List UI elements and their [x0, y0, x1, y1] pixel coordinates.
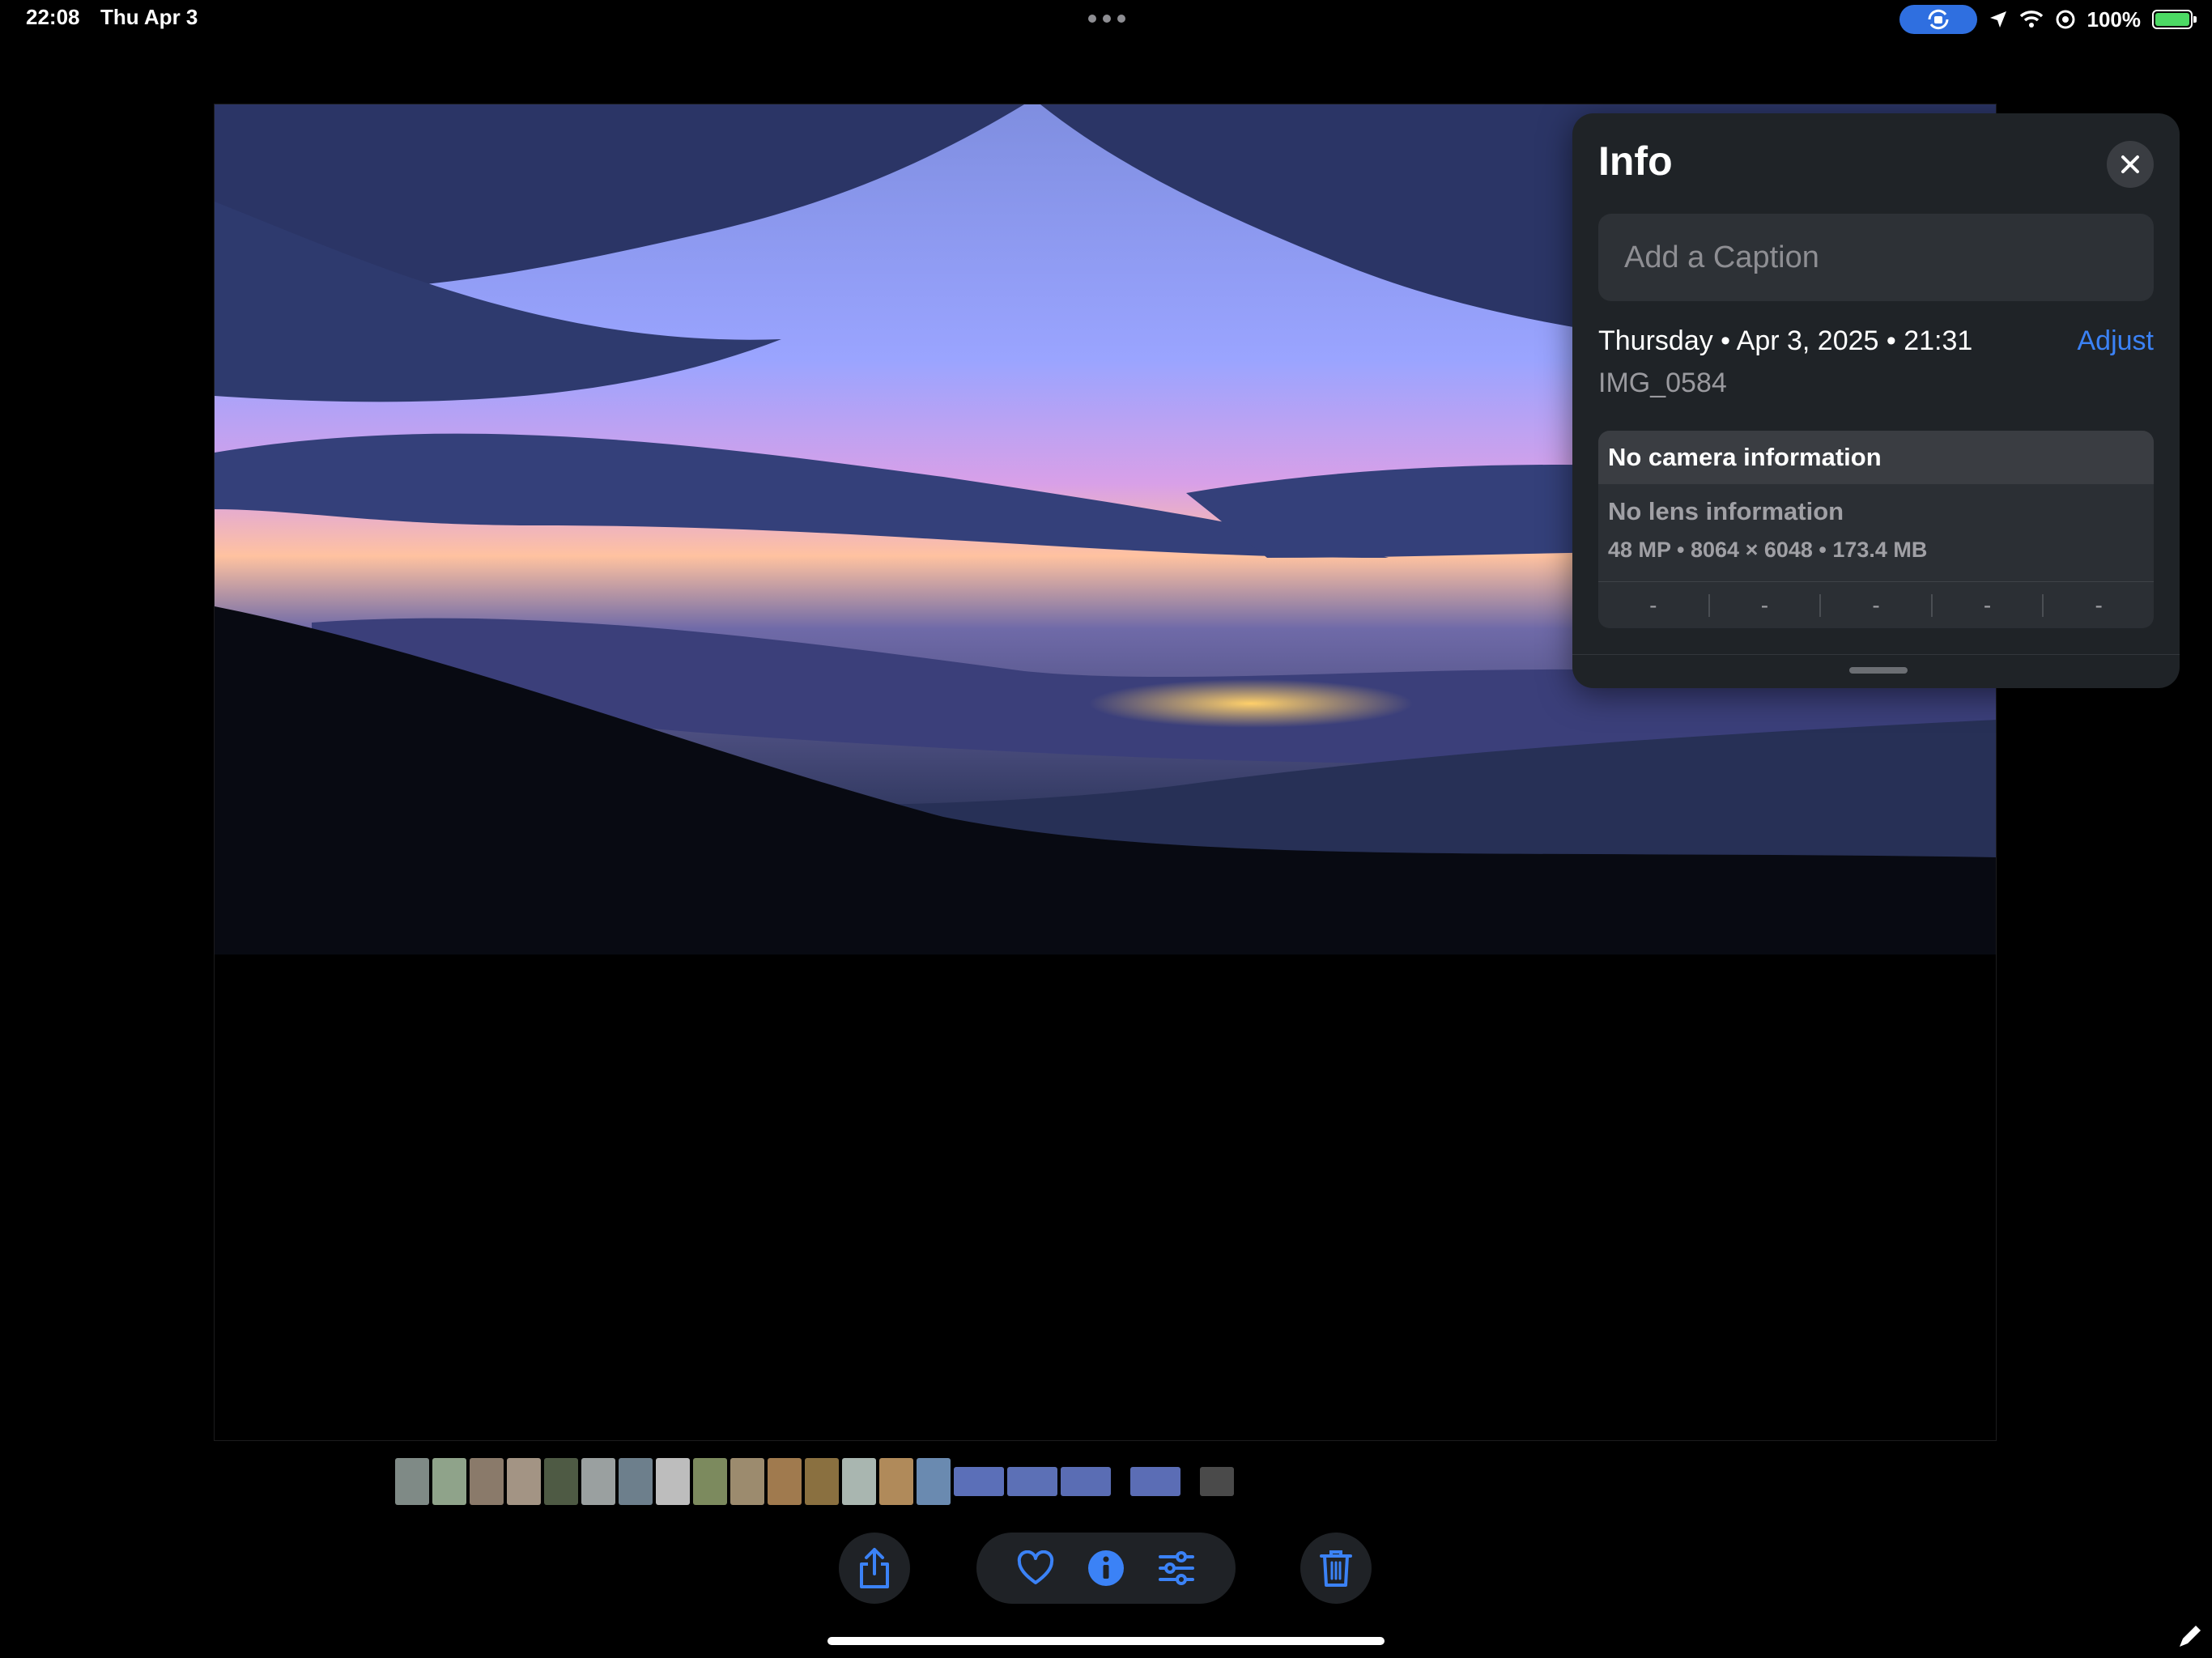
share-icon — [860, 1548, 889, 1588]
status-time: 22:08 — [26, 5, 80, 29]
photo-specs: 48 MP • 8064 × 6048 • 173.4 MB — [1608, 538, 1928, 562]
thumbnail[interactable] — [619, 1458, 653, 1505]
camera-info: No camera information — [1598, 431, 2154, 484]
thumbnail[interactable] — [470, 1458, 504, 1505]
screen-rotation-lock-icon — [1899, 5, 1977, 34]
thumbnail-strip[interactable] — [395, 1457, 1234, 1506]
pencil-icon[interactable] — [2176, 1622, 2204, 1650]
status-bar: 22:08 Thu Apr 3 100% — [0, 0, 2212, 40]
exif-aperture: - — [1930, 593, 2043, 617]
thumbnail[interactable] — [805, 1458, 839, 1505]
wifi-icon — [2019, 11, 2043, 28]
close-icon — [2121, 155, 2139, 173]
thumbnail[interactable] — [581, 1458, 615, 1505]
info-icon — [1087, 1550, 1124, 1586]
close-button[interactable] — [2107, 141, 2154, 188]
caption-input[interactable] — [1598, 214, 2154, 301]
edit-button[interactable] — [1151, 1542, 1202, 1594]
thumbnail[interactable] — [917, 1458, 951, 1505]
heart-icon — [1018, 1550, 1054, 1584]
thumbnail[interactable] — [730, 1458, 764, 1505]
thumbnail[interactable] — [544, 1458, 578, 1505]
thumbnail[interactable] — [1007, 1467, 1057, 1496]
location-arrow-icon — [1989, 11, 2006, 28]
trash-icon — [1320, 1550, 1352, 1587]
status-date: Thu Apr 3 — [100, 5, 198, 29]
adjust-date-button[interactable]: Adjust — [2078, 325, 2155, 357]
favorite-button[interactable] — [1010, 1542, 1061, 1594]
thumbnail[interactable] — [842, 1458, 876, 1505]
thumbnail[interactable] — [507, 1458, 541, 1505]
thumbnail[interactable] — [768, 1458, 802, 1505]
thumbnail[interactable] — [1061, 1467, 1111, 1496]
camera-info-card: No camera information No lens informatio… — [1598, 431, 2154, 628]
battery-percent: 100% — [2087, 6, 2142, 32]
panel-grabber[interactable] — [1849, 667, 1908, 674]
thumbnail[interactable] — [954, 1467, 1004, 1496]
sliders-icon — [1158, 1551, 1194, 1585]
delete-button[interactable] — [1300, 1533, 1372, 1604]
info-button[interactable] — [1080, 1542, 1132, 1594]
panel-divider — [1572, 654, 2180, 655]
thumbnail[interactable] — [1130, 1467, 1180, 1496]
share-button[interactable] — [839, 1533, 910, 1604]
info-title: Info — [1598, 138, 1673, 184]
photo-actions-group — [976, 1533, 1236, 1604]
exif-focal-length: - — [1708, 593, 1820, 617]
thumbnail[interactable] — [432, 1458, 466, 1505]
exif-row: - - - - - — [1598, 581, 2154, 628]
exif-iso: - — [1649, 592, 1657, 618]
status-indicators: 100% — [1899, 5, 2197, 34]
do-not-disturb-icon — [2056, 10, 2074, 29]
exif-ev: - — [1819, 593, 1931, 617]
info-panel: Info Thursday • Apr 3, 2025 • 21:31 Adju… — [1572, 113, 2180, 688]
battery-charging-icon — [2152, 10, 2197, 29]
thumbnail[interactable] — [879, 1458, 913, 1505]
thumbnail[interactable] — [656, 1458, 690, 1505]
photo-filename: IMG_0584 — [1598, 368, 1727, 398]
thumbnail[interactable] — [693, 1458, 727, 1505]
thumbnail[interactable] — [1200, 1467, 1234, 1496]
lens-info: No lens information — [1608, 497, 1844, 525]
thumbnail[interactable] — [395, 1458, 429, 1505]
multitasking-dots-icon[interactable] — [1088, 15, 1125, 23]
exif-shutter: - — [2042, 593, 2154, 617]
photo-date: Thursday • Apr 3, 2025 • 21:31 — [1598, 325, 1973, 356]
home-indicator[interactable] — [827, 1637, 1385, 1645]
